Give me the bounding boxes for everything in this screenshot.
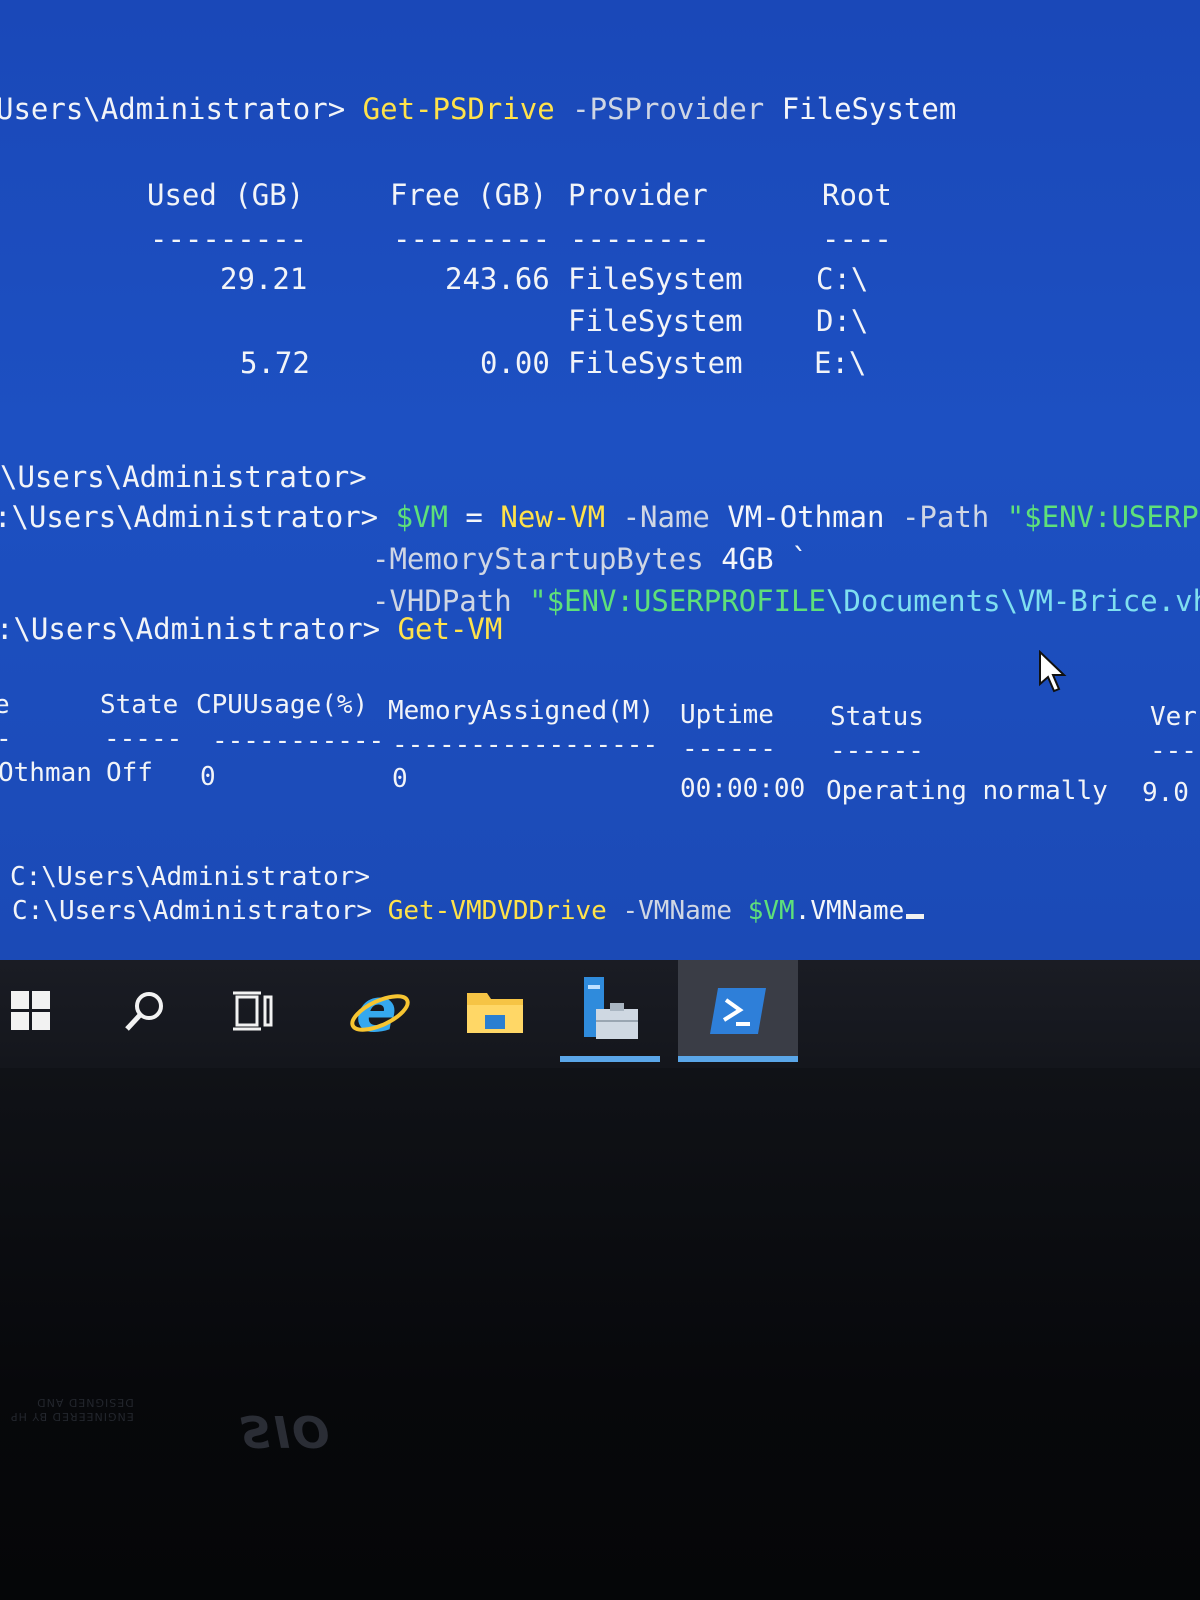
file-explorer-button[interactable] bbox=[450, 960, 540, 1062]
string-argument-path: \Documents\VM-Brice.vhd bbox=[825, 584, 1200, 618]
getvm-sep-name: - bbox=[0, 724, 12, 754]
running-indicator bbox=[560, 1056, 660, 1062]
getvm-row-status: Operating normally bbox=[826, 776, 1108, 806]
mouse-pointer-icon bbox=[1039, 650, 1067, 693]
internet-explorer-icon: e bbox=[350, 979, 410, 1043]
getvm-header-cpu: CPUUsage(%) bbox=[196, 690, 369, 720]
getvm-sep-uptime: ------ bbox=[682, 734, 776, 764]
taskbar: e bbox=[0, 960, 1200, 1068]
argument: 4GB bbox=[721, 542, 774, 576]
laptop-bezel bbox=[0, 1068, 1200, 1600]
psdrive-row-2-root: D:\ bbox=[816, 304, 869, 338]
getvm-row-uptime: 00:00:00 bbox=[680, 774, 806, 804]
prompt: :\Users\Administrator> bbox=[0, 500, 396, 534]
powershell-icon bbox=[710, 988, 766, 1034]
blank-prompt-2: C:\Users\Administrator> bbox=[10, 862, 371, 892]
getvm-header-uptime: Uptime bbox=[680, 700, 774, 730]
parameter: -Path bbox=[884, 500, 1007, 534]
psdrive-row-3-provider: FileSystem bbox=[568, 346, 743, 380]
psdrive-header-free: Free (GB) bbox=[390, 178, 548, 212]
getvm-sep-status: ------ bbox=[830, 736, 924, 766]
psdrive-sep-root: ---- bbox=[822, 222, 892, 256]
getvm-header-memory: MemoryAssigned(M) bbox=[388, 696, 655, 726]
line-continuation: ` bbox=[773, 542, 809, 576]
text-cursor bbox=[906, 914, 925, 919]
psdrive-header-root: Root bbox=[822, 178, 892, 212]
getvm-sep-cpu: ----------- bbox=[212, 726, 385, 756]
string-argument: "$ENV:USERPROF bbox=[1006, 500, 1200, 534]
bezel-tagline: ENGINEERED BY HP DESIGNED AND bbox=[10, 1395, 134, 1423]
getvm-header-state: State bbox=[100, 690, 179, 720]
active-indicator bbox=[678, 1056, 798, 1062]
parameter: -MemoryStartupBytes bbox=[372, 542, 722, 576]
parameter: -PSProvider bbox=[554, 92, 782, 126]
task-view-button[interactable] bbox=[210, 960, 300, 1062]
powershell-console[interactable]: Users\Administrator> Get-PSDrive -PSProv… bbox=[0, 0, 1200, 960]
getvm-sep-memory: ----------------- bbox=[392, 730, 659, 760]
psdrive-row-1-free: 243.66 bbox=[445, 262, 550, 296]
psdrive-command-line: Users\Administrator> Get-PSDrive -PSProv… bbox=[0, 92, 956, 126]
command: Get-VM bbox=[397, 612, 503, 646]
getvm-command-line: :\Users\Administrator> Get-VM bbox=[0, 612, 502, 646]
getvm-sep-state: ----- bbox=[104, 724, 183, 754]
getvm-sep-version: --- bbox=[1150, 736, 1197, 766]
psdrive-row-1-provider: FileSystem bbox=[568, 262, 743, 296]
property: .VMName bbox=[794, 896, 905, 926]
blank-prompt-1: \Users\Administrator> bbox=[0, 460, 367, 494]
getvm-row-version: 9.0 bbox=[1142, 778, 1189, 808]
psdrive-row-2-provider: FileSystem bbox=[568, 304, 743, 338]
psdrive-row-3-root: E:\ bbox=[814, 346, 867, 380]
getvm-row-cpu: 0 bbox=[200, 762, 216, 792]
argument: FileSystem bbox=[781, 92, 957, 126]
prompt: C:\Users\Administrator> bbox=[12, 896, 388, 926]
tagline-line-1: ENGINEERED BY HP bbox=[10, 1410, 134, 1423]
search-icon bbox=[125, 992, 163, 1031]
getvm-row-state: Off bbox=[106, 758, 153, 788]
string-argument: "$ENV:USERPROFILE bbox=[529, 584, 826, 618]
getvm-row-name: Othman bbox=[0, 758, 92, 788]
server-manager-button[interactable] bbox=[560, 960, 660, 1062]
internet-explorer-button[interactable]: e bbox=[330, 960, 430, 1062]
psdrive-row-3-used: 5.72 bbox=[240, 346, 310, 380]
prompt: :\Users\Administrator> bbox=[0, 612, 398, 646]
command: Get-VMDVDDrive bbox=[387, 896, 607, 926]
search-button[interactable] bbox=[100, 960, 190, 1062]
psdrive-header-provider: Provider bbox=[568, 178, 708, 212]
parameter: -VMName bbox=[606, 896, 748, 926]
psdrive-row-1-used: 29.21 bbox=[220, 262, 308, 296]
argument: VM-Othman bbox=[727, 500, 885, 534]
server-manager-icon bbox=[584, 977, 638, 1039]
current-command-line[interactable]: C:\Users\Administrator> Get-VMDVDDrive -… bbox=[12, 896, 925, 926]
psdrive-sep-provider: -------- bbox=[570, 222, 710, 256]
getvm-header-status: Status bbox=[830, 702, 924, 732]
variable: $VM bbox=[395, 500, 448, 534]
getvm-row-memory: 0 bbox=[392, 764, 408, 794]
psdrive-sep-free: --------- bbox=[393, 222, 551, 256]
psdrive-row-1-root: C:\ bbox=[816, 262, 869, 296]
newvm-command-line: :\Users\Administrator> $VM = New-VM -Nam… bbox=[0, 500, 1200, 534]
variable: $VM bbox=[747, 896, 795, 926]
powershell-button[interactable] bbox=[678, 960, 798, 1062]
psdrive-sep-used: --------- bbox=[150, 222, 308, 256]
newvm-continuation-1: -MemoryStartupBytes 4GB ` bbox=[372, 542, 809, 576]
command: New-VM bbox=[500, 500, 606, 534]
operator: = bbox=[447, 500, 501, 534]
command: Get-PSDrive bbox=[362, 92, 555, 126]
getvm-header-version: Ver bbox=[1150, 702, 1197, 732]
file-explorer-icon bbox=[467, 993, 523, 1033]
start-button[interactable] bbox=[0, 960, 62, 1062]
brand-logo: SIO bbox=[240, 1405, 332, 1456]
prompt: Users\Administrator> bbox=[0, 92, 363, 126]
parameter: -Name bbox=[605, 500, 728, 534]
windows-start-icon bbox=[11, 991, 50, 1030]
psdrive-header-used: Used (GB) bbox=[147, 178, 305, 212]
task-view-icon bbox=[233, 991, 273, 1031]
psdrive-row-3-free: 0.00 bbox=[480, 346, 550, 380]
getvm-header-name: e bbox=[0, 690, 10, 720]
tagline-line-2: DESIGNED AND bbox=[36, 1396, 134, 1409]
